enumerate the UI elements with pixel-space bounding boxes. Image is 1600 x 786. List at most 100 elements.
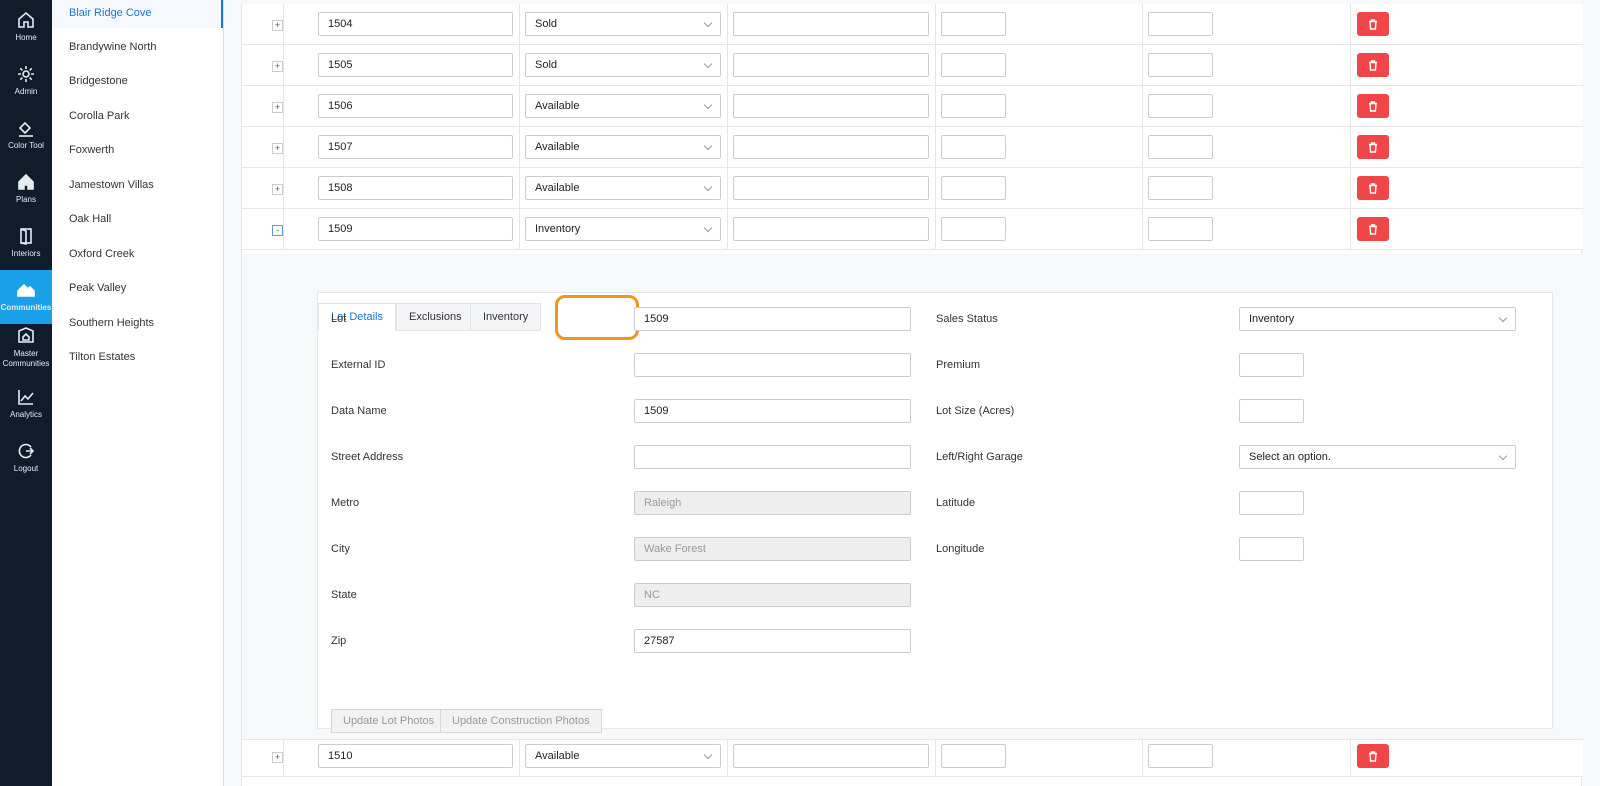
address-input[interactable]: [733, 135, 929, 159]
delete-lot-button[interactable]: [1357, 176, 1389, 200]
premium-input[interactable]: [941, 12, 1006, 36]
expand-toggle[interactable]: +: [272, 61, 283, 72]
paint-bucket-icon: [18, 121, 33, 137]
delete-lot-button[interactable]: [1357, 744, 1389, 768]
expand-toggle[interactable]: +: [272, 20, 283, 31]
nav-communities[interactable]: Communities: [0, 270, 52, 324]
field-input[interactable]: [634, 353, 911, 377]
community-item[interactable]: Blair Ridge Cove: [52, 0, 223, 28]
houses-icon: [17, 283, 35, 297]
delete-lot-button[interactable]: [1357, 94, 1389, 118]
nav-interiors[interactable]: Interiors: [0, 216, 52, 270]
sales-status-select[interactable]: Available: [525, 94, 721, 118]
table-row: - 1509 Inventory: [242, 209, 1583, 250]
lot-number-input[interactable]: 1506: [318, 94, 513, 118]
sales-status-select[interactable]: Sold: [525, 53, 721, 77]
gear-icon: [18, 66, 34, 82]
tab-inventory[interactable]: Inventory: [470, 303, 542, 331]
community-item[interactable]: Oxford Creek: [52, 241, 223, 269]
community-item[interactable]: Jamestown Villas: [52, 172, 223, 200]
address-input[interactable]: [733, 12, 929, 36]
expand-toggle[interactable]: +: [272, 184, 283, 195]
field-input[interactable]: [1239, 491, 1304, 515]
lot-size-input[interactable]: [1148, 94, 1213, 118]
nav-color-tool[interactable]: Color Tool: [0, 108, 52, 162]
logout-icon: [18, 443, 35, 459]
premium-input[interactable]: [941, 135, 1006, 159]
nav-label: Color Tool: [8, 141, 44, 150]
nav-admin[interactable]: Admin: [0, 54, 52, 108]
premium-input[interactable]: [941, 217, 1006, 241]
nav-home[interactable]: Home: [0, 0, 52, 54]
update-lot-photos-button[interactable]: Update Lot Photos: [331, 709, 447, 733]
community-item[interactable]: Foxwerth: [52, 137, 223, 165]
delete-lot-button[interactable]: [1357, 217, 1389, 241]
field-select[interactable]: Select an option.: [1239, 445, 1516, 469]
table-row: + 1505 Sold: [242, 45, 1583, 86]
tab-exclusions[interactable]: Exclusions: [396, 303, 475, 331]
delete-lot-button[interactable]: [1357, 53, 1389, 77]
lot-size-input[interactable]: [1148, 135, 1213, 159]
nav-plans[interactable]: Plans: [0, 162, 52, 216]
premium-input[interactable]: [941, 94, 1006, 118]
sales-status-select[interactable]: Inventory: [525, 217, 721, 241]
community-item[interactable]: Southern Heights: [52, 310, 223, 338]
lot-number-input[interactable]: 1505: [318, 53, 513, 77]
address-input[interactable]: [733, 744, 929, 768]
field-input[interactable]: [1239, 353, 1304, 377]
community-item[interactable]: Corolla Park: [52, 103, 223, 131]
field-input[interactable]: [634, 445, 911, 469]
lot-number-input[interactable]: 1504: [318, 12, 513, 36]
field-input: Raleigh: [634, 491, 911, 515]
premium-input[interactable]: [941, 176, 1006, 200]
tab-lot-details[interactable]: Lot Details: [318, 303, 396, 331]
lot-number-input[interactable]: 1510: [318, 744, 513, 768]
field-label: City: [331, 543, 350, 555]
sales-status-select[interactable]: Available: [525, 744, 721, 768]
field-input[interactable]: 27587: [634, 629, 911, 653]
line-chart-icon: [18, 390, 34, 405]
expand-toggle[interactable]: +: [272, 143, 283, 154]
lot-size-input[interactable]: [1148, 53, 1213, 77]
nav-label: Plans: [15, 195, 36, 204]
lot-number-input[interactable]: 1508: [318, 176, 513, 200]
premium-input[interactable]: [941, 53, 1006, 77]
community-item[interactable]: Bridgestone: [52, 68, 223, 96]
delete-lot-button[interactable]: [1357, 135, 1389, 159]
community-item[interactable]: Tilton Estates: [52, 344, 223, 372]
lot-size-input[interactable]: [1148, 12, 1213, 36]
expand-toggle[interactable]: +: [272, 102, 283, 113]
expand-toggle[interactable]: +: [272, 752, 283, 763]
community-item[interactable]: Peak Valley: [52, 275, 223, 303]
community-item[interactable]: Oak Hall: [52, 206, 223, 234]
trash-icon: [1369, 59, 1377, 71]
lot-number-input[interactable]: 1509: [318, 217, 513, 241]
address-input[interactable]: [733, 217, 929, 241]
address-input[interactable]: [733, 94, 929, 118]
expand-toggle[interactable]: -: [272, 225, 283, 236]
lot-number-input[interactable]: 1507: [318, 135, 513, 159]
update-construction-photos-button[interactable]: Update Construction Photos: [440, 709, 602, 733]
table-row: + 1508 Available: [242, 168, 1583, 209]
field-input[interactable]: 1509: [634, 399, 911, 423]
lot-size-input[interactable]: [1148, 744, 1213, 768]
field-input[interactable]: 1509: [634, 307, 911, 331]
sales-status-select[interactable]: Available: [525, 135, 721, 159]
address-input[interactable]: [733, 176, 929, 200]
lot-size-input[interactable]: [1148, 176, 1213, 200]
trash-icon: [1369, 182, 1377, 194]
delete-lot-button[interactable]: [1357, 12, 1389, 36]
community-item[interactable]: Brandywine North: [52, 34, 223, 62]
sales-status-select[interactable]: Sold: [525, 12, 721, 36]
premium-input[interactable]: [941, 744, 1006, 768]
nav-analytics[interactable]: Analytics: [0, 377, 52, 431]
nav-logout[interactable]: Logout: [0, 431, 52, 485]
lot-size-input[interactable]: [1148, 217, 1213, 241]
nav-master-communities[interactable]: Master Communities: [0, 324, 52, 372]
field-label: Sales Status: [936, 313, 998, 325]
field-select[interactable]: Inventory: [1239, 307, 1516, 331]
address-input[interactable]: [733, 53, 929, 77]
field-input[interactable]: [1239, 399, 1304, 423]
sales-status-select[interactable]: Available: [525, 176, 721, 200]
field-input[interactable]: [1239, 537, 1304, 561]
